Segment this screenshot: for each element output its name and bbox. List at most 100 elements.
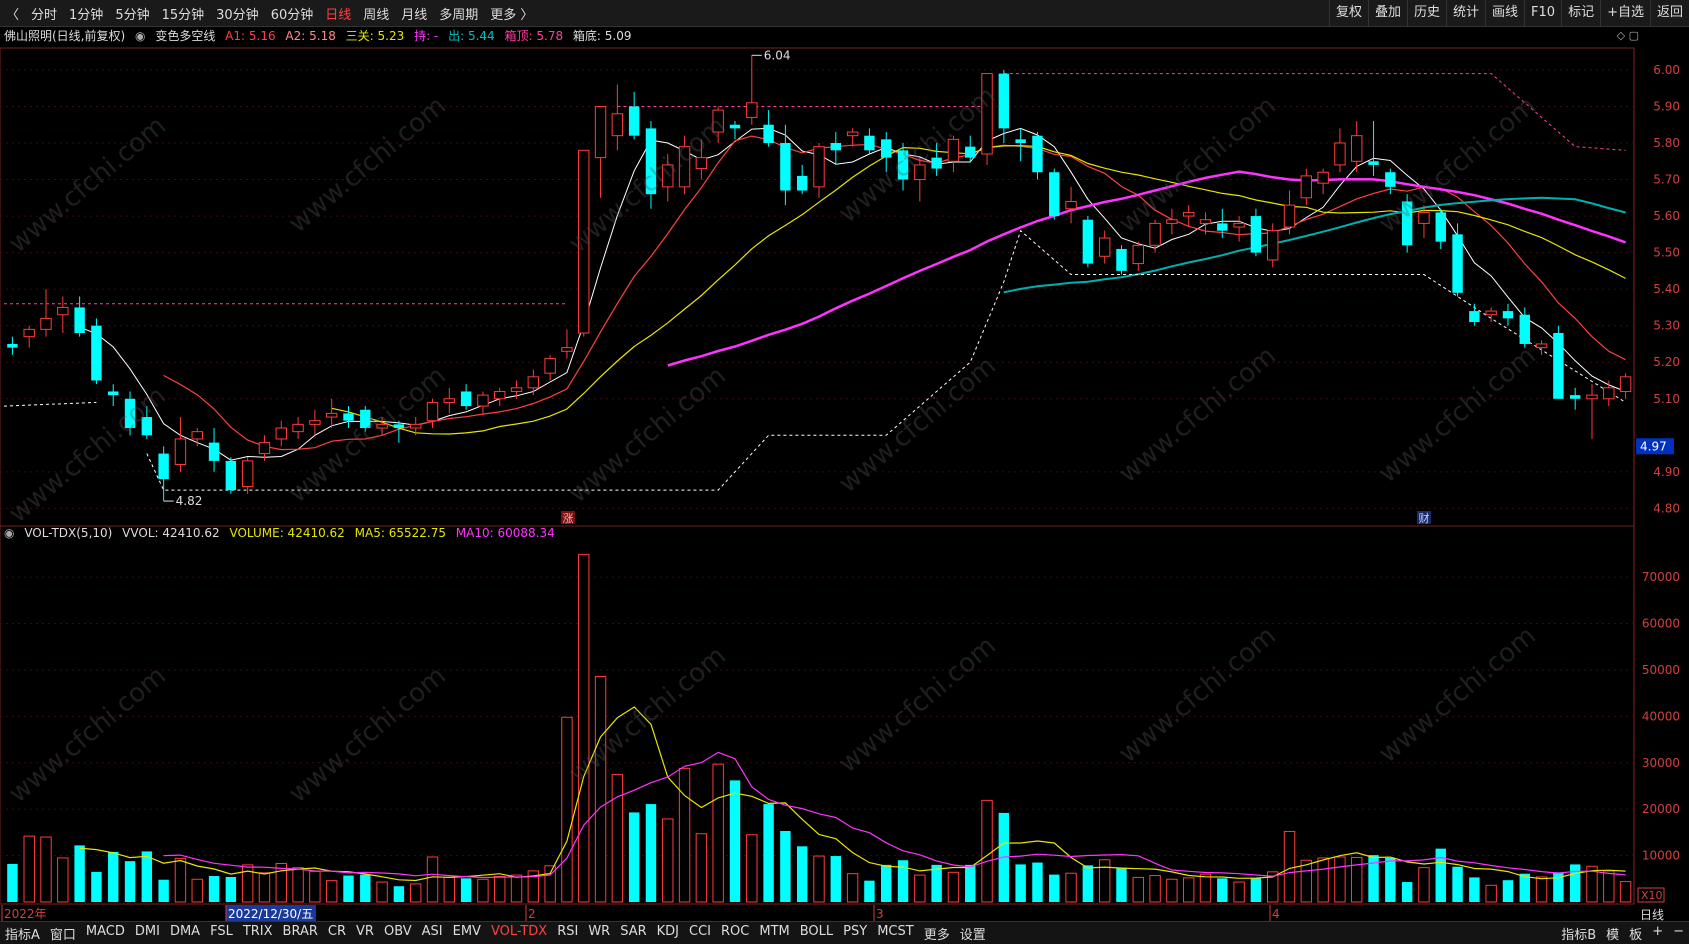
tab-4[interactable]: DMA xyxy=(165,924,205,943)
period-9[interactable]: 多周期 xyxy=(433,4,484,23)
tool-8[interactable]: 返回 xyxy=(1649,0,1689,26)
candle-body-up xyxy=(426,401,439,422)
tool-5[interactable]: F10 xyxy=(1524,0,1561,26)
tab-20[interactable]: MTM xyxy=(754,924,794,943)
volume-bar-up xyxy=(561,716,573,903)
period-7[interactable]: 周线 xyxy=(357,4,395,23)
period-8[interactable]: 月线 xyxy=(395,4,433,23)
tab-18[interactable]: CCI xyxy=(684,924,716,943)
candle-body-down xyxy=(1553,333,1564,399)
candle-body-up xyxy=(914,164,926,181)
period-6[interactable]: 日线 xyxy=(319,4,357,23)
ma120-line xyxy=(1003,196,1626,294)
date-highlight xyxy=(226,905,316,921)
period-1[interactable]: 1分钟 xyxy=(63,4,109,23)
maximize-icon[interactable]: ▢ xyxy=(1629,29,1639,42)
kline-chart[interactable]: 6.00 5.90 5.80 5.70 5.60 5.50 5.40 5.30 5.20 5.10… xyxy=(0,0,1689,944)
candle-body-down xyxy=(1469,311,1480,323)
right-toolbar: 复权 叠加 历史 统计 画线 F10 标记 +自选 返回 xyxy=(1328,0,1689,26)
tool-0[interactable]: 复权 xyxy=(1328,0,1368,26)
candle-body-down xyxy=(1519,314,1530,344)
tab-0[interactable]: 指标A xyxy=(0,924,45,943)
volume-bar-down xyxy=(1217,878,1228,902)
candle-body-up xyxy=(174,438,187,466)
tab-12[interactable]: EMV xyxy=(448,924,486,943)
tab-11[interactable]: ASI xyxy=(417,924,448,943)
unit-box xyxy=(1637,887,1665,903)
tool-7[interactable]: +自选 xyxy=(1600,0,1650,26)
tool-2[interactable]: 历史 xyxy=(1406,0,1446,26)
volume-bar-down xyxy=(881,864,892,902)
candle-body-up xyxy=(376,423,388,429)
period-0[interactable]: 分时 xyxy=(25,4,63,23)
tab-19[interactable]: ROC xyxy=(716,924,754,943)
bottom-tool-4[interactable]: − xyxy=(1668,924,1689,943)
circle-icon[interactable]: ◉ xyxy=(4,526,14,540)
period-nav: 〈 分时 1分钟 5分钟 15分钟 30分钟 60分钟 日线 周线 月线 多周期 更多 〉 xyxy=(0,4,539,23)
watermark: www.cfchi.com xyxy=(283,360,452,510)
tab-7[interactable]: BRAR xyxy=(278,924,323,943)
volume-tick: 70000 xyxy=(1642,570,1680,584)
tab-2[interactable]: MACD xyxy=(81,924,130,943)
event-cai: 财 xyxy=(1418,511,1429,525)
candle-body-down xyxy=(1502,311,1514,319)
volume-bar-up xyxy=(325,880,338,903)
price-tick: 5.20 xyxy=(1653,355,1680,369)
tab-5[interactable]: FSL xyxy=(205,924,238,943)
diamond-icon[interactable]: ◇ xyxy=(1617,29,1625,42)
tab-17[interactable]: KDJ xyxy=(652,924,684,943)
volume-bar-down xyxy=(91,871,102,902)
period-3[interactable]: 15分钟 xyxy=(156,4,211,23)
volume-bar-up xyxy=(1619,881,1632,903)
volume-bar-up xyxy=(578,553,590,903)
period-10[interactable]: 更多 〉 xyxy=(484,4,539,23)
back-arrow-icon[interactable]: 〈 xyxy=(0,4,25,23)
current-price-badge xyxy=(1636,438,1674,455)
tab-9[interactable]: VR xyxy=(351,924,379,943)
tab-6[interactable]: TRIX xyxy=(238,924,278,943)
tab-15[interactable]: WR xyxy=(583,924,615,943)
tab-21[interactable]: BOLL xyxy=(795,924,838,943)
bottom-tool-1[interactable]: 模 xyxy=(1601,924,1624,943)
price-tick: 5.40 xyxy=(1653,282,1680,296)
tab-10[interactable]: OBV xyxy=(379,924,417,943)
tool-3[interactable]: 统计 xyxy=(1446,0,1485,26)
period-2[interactable]: 5分钟 xyxy=(109,4,155,23)
tab-23[interactable]: MCST xyxy=(872,924,919,943)
ma20-line xyxy=(331,145,1626,435)
volume-bar-up xyxy=(1267,871,1279,903)
tab-13[interactable]: VOL-TDX xyxy=(486,924,552,943)
candle-body-up xyxy=(1065,200,1077,210)
candle-body-down xyxy=(763,124,774,143)
volume-bar-up xyxy=(1098,859,1111,903)
tool-1[interactable]: 叠加 xyxy=(1367,0,1407,26)
tool-6[interactable]: 标记 xyxy=(1561,0,1600,26)
tool-4[interactable]: 画线 xyxy=(1485,0,1524,26)
volume-bar-up xyxy=(309,870,321,903)
tab-3[interactable]: DMI xyxy=(130,924,165,943)
current-price-label: 4.97 xyxy=(1640,439,1667,453)
bottom-tool-3[interactable]: + xyxy=(1647,924,1668,943)
tab-1[interactable]: 窗口 xyxy=(45,924,81,943)
volume-bar-down xyxy=(343,875,354,902)
period-5[interactable]: 60分钟 xyxy=(265,4,320,23)
period-4[interactable]: 30分钟 xyxy=(210,4,265,23)
candle-body-down xyxy=(1385,172,1396,187)
bottom-tool-0[interactable]: 指标B xyxy=(1556,924,1601,943)
tab-8[interactable]: CR xyxy=(323,924,351,943)
bottom-tool-2[interactable]: 板 xyxy=(1624,924,1647,943)
candle-body-down xyxy=(1368,161,1379,165)
tab-22[interactable]: PSY xyxy=(838,924,872,943)
candle-body-up xyxy=(1586,394,1598,400)
watermark: www.cfchi.com xyxy=(3,380,172,530)
tab-14[interactable]: RSI xyxy=(552,924,583,943)
watermark: www.cfchi.com xyxy=(283,660,452,810)
circle-icon[interactable]: ◉ xyxy=(135,29,145,43)
tab-25[interactable]: 设置 xyxy=(955,924,991,943)
candle-body-down xyxy=(796,175,808,191)
candle-body-up xyxy=(1418,211,1430,224)
tab-24[interactable]: 更多 xyxy=(919,924,955,943)
candle-body-up xyxy=(443,398,456,403)
stock-name[interactable]: 佛山照明(日线,前复权) xyxy=(4,29,125,43)
tab-16[interactable]: SAR xyxy=(615,924,651,943)
